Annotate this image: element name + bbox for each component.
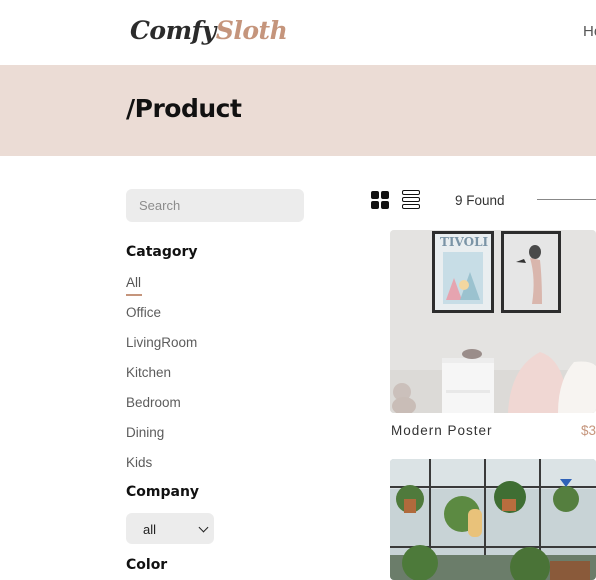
category-title: Catagory	[126, 244, 198, 260]
logo-part-comfy: Comfy	[130, 16, 216, 45]
logo[interactable]: ComfySloth	[130, 16, 288, 45]
page-hero: /Product	[0, 65, 596, 156]
category-livingroom[interactable]: LivingRoom	[126, 335, 197, 350]
color-title: Color	[126, 557, 168, 573]
navbar: ComfySloth Home	[0, 0, 596, 65]
products-found-count: 9 Found	[455, 193, 505, 208]
category-dining[interactable]: Dining	[126, 425, 164, 440]
toolbar-divider	[537, 199, 596, 200]
product-image-2[interactable]	[390, 459, 596, 580]
search-input[interactable]	[126, 189, 304, 222]
company-title: Company	[126, 484, 200, 500]
company-select[interactable]: all	[126, 513, 214, 544]
active-category-underline	[126, 294, 142, 296]
svg-text:TIVOLI: TIVOLI	[440, 235, 489, 249]
nav-link-home[interactable]: Home	[583, 23, 596, 40]
page-title: /Product	[126, 94, 242, 123]
category-all[interactable]: All	[126, 275, 141, 290]
company-select-value: all	[143, 522, 157, 537]
category-kids[interactable]: Kids	[126, 455, 152, 470]
list-view-icon[interactable]	[402, 190, 421, 210]
grid-view-icon[interactable]	[371, 191, 390, 210]
poster-room-illustration: TIVOLI	[390, 230, 596, 413]
product-name[interactable]: Modern Poster	[391, 423, 493, 438]
category-bedroom[interactable]: Bedroom	[126, 395, 181, 410]
product-price: $30.99	[581, 423, 596, 438]
logo-part-sloth: Sloth	[215, 16, 288, 45]
category-kitchen[interactable]: Kitchen	[126, 365, 171, 380]
product-image-modern-poster[interactable]: TIVOLI	[390, 230, 596, 413]
hanging-plants-illustration	[390, 459, 596, 580]
chevron-down-icon	[198, 522, 209, 533]
category-office[interactable]: Office	[126, 305, 161, 320]
